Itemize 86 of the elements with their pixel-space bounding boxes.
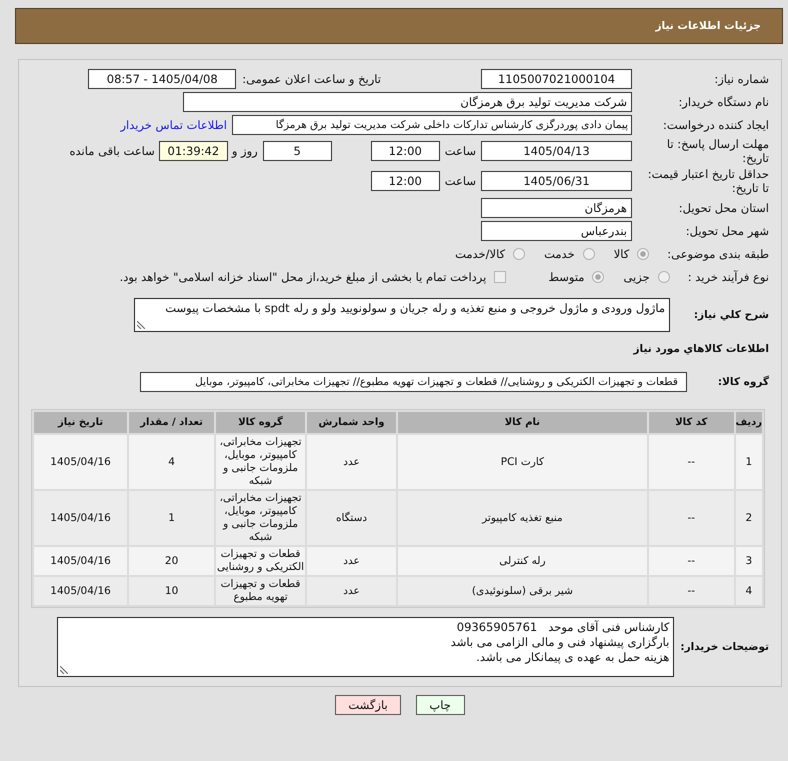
column-header: گروه کالا: [216, 412, 306, 433]
section-heading: اطلاعات کالاهاي مورد نیاز: [633, 343, 769, 355]
table-cell: 10: [129, 577, 214, 605]
field-label: ساعت باقی مانده: [70, 144, 155, 158]
table-cell: --: [648, 435, 734, 489]
text-field[interactable]: قطعات و تجهیزات الکتریکی و روشنایی// قطعات و تجهیزات تهویه مطبوع// تجهیزات مخابراتی، کامپیوتر، موبایل: [140, 372, 687, 392]
field-label: ایجاد کننده درخواست:: [662, 118, 769, 132]
table-cell: عدد: [307, 577, 396, 605]
date-field[interactable]: 1405/06/31: [481, 171, 632, 191]
field-label: شماره نیاز:: [713, 72, 769, 86]
field-label: ساعت: [444, 144, 476, 158]
table-cell: --: [648, 491, 734, 545]
radio-button[interactable]: [637, 248, 650, 260]
field-label: شرح کلي نیاز:: [692, 309, 769, 321]
table-cell: 1: [736, 435, 762, 489]
field-label: تاریخ و ساعت اعلان عمومی:: [242, 72, 381, 86]
field-label: طبقه بندی موضوعی:: [667, 246, 769, 260]
text-field[interactable]: هرمزگان: [481, 198, 632, 218]
table-cell: تجهیزات مخابراتی، کامپیوتر، موبایل، ملزومات جانبی و شبکه: [216, 435, 306, 489]
table-cell: 4: [736, 577, 762, 605]
column-header: تاریخ نیاز: [34, 412, 128, 433]
text-field[interactable]: شرکت مدیریت تولید برق هرمزگان: [183, 92, 632, 112]
column-header: تعداد / مقدار: [129, 412, 214, 433]
date-field[interactable]: 1405/04/13: [481, 141, 632, 161]
column-header: ردیف: [736, 412, 762, 433]
field-label: حداقل تاریخ اعتبار قیمت: تا تاریخ:: [646, 167, 769, 195]
table-cell: 1405/04/16: [34, 547, 128, 575]
radio-button[interactable]: [582, 248, 595, 260]
table-cell: قطعات و تجهیزات تهویه مطبوع: [216, 577, 306, 605]
radio-label: جزیی: [623, 270, 650, 284]
text-field[interactable]: بندرعباس: [481, 220, 632, 240]
field-label: گروه کالا:: [718, 376, 769, 388]
field-label: مهلت ارسال پاسخ: تا تاریخ:: [666, 137, 769, 165]
radio-label: کالا/خدمت: [455, 246, 506, 260]
checkbox-label: پرداخت تمام یا بخشی از مبلغ خرید،از محل "اسناد خزانه اسلامی" خواهد بود.: [120, 270, 486, 284]
time-field[interactable]: 12:00: [370, 171, 440, 191]
table-cell: تجهیزات مخابراتی، کامپیوتر، موبایل، ملزومات جانبی و شبکه: [216, 491, 306, 545]
radio-button[interactable]: [592, 270, 604, 282]
description-field[interactable]: ماژول ورودی و ماژول خروجی و منبع تغذیه و رله جریان و سولونویید ولو و رله spdt با مشخصات پیوست: [134, 298, 670, 332]
field-label: روز و: [232, 144, 258, 158]
field-label: استان محل تحویل:: [678, 200, 769, 214]
table-cell: 2: [736, 491, 762, 545]
column-header: واحد شمارش: [307, 412, 396, 433]
radio-label: خدمت: [544, 246, 575, 260]
notes-field[interactable]: کارشناس فنی آقای موحد 09365905761 بارگزاری پیشنهاد فنی و مالی الزامی می باشد هزینه حمل به عهده ی پیمانکار می باشد.: [57, 617, 674, 677]
radio-label: کالا: [614, 246, 630, 260]
field-label: توضیحات خریدار:: [680, 641, 769, 653]
text-field[interactable]: 1405/04/08 - 08:57: [88, 68, 236, 88]
field-label: ساعت: [444, 174, 476, 188]
table-cell: 4: [129, 435, 214, 489]
table-cell: 1405/04/16: [34, 491, 128, 545]
table-cell: 1: [129, 491, 214, 545]
radio-button[interactable]: [513, 248, 526, 260]
column-header: نام کالا: [398, 412, 647, 433]
radio-label: متوسط: [548, 270, 584, 284]
days-field[interactable]: 5: [262, 141, 332, 161]
print-button[interactable]: چاپ: [416, 695, 465, 715]
table-cell: عدد: [307, 435, 396, 489]
table-cell: --: [648, 577, 734, 605]
page-title: جزئیات اطلاعات نیاز: [656, 20, 761, 32]
text-field[interactable]: 1105007021000104: [481, 68, 632, 88]
table-cell: شیر برقی (سلونوئیدی): [398, 577, 647, 605]
field-label: نام دستگاه خریدار:: [677, 94, 769, 108]
table-cell: قطعات و تجهیزات الکتریکی و روشنایی: [216, 547, 306, 575]
table-cell: رله کنترلی: [398, 547, 647, 575]
countdown-field[interactable]: 01:39:42: [158, 141, 228, 161]
table-cell: 1405/04/16: [34, 577, 128, 605]
contact-link[interactable]: اطلاعات تماس خریدار: [120, 118, 227, 132]
time-field[interactable]: 12:00: [370, 141, 440, 161]
column-header: کد کالا: [648, 412, 734, 433]
back-button[interactable]: بازگشت: [335, 695, 401, 715]
resize-grip-icon[interactable]: [60, 666, 68, 674]
table-cell: 20: [129, 547, 214, 575]
radio-button[interactable]: [658, 270, 670, 282]
table-cell: دستگاه: [307, 491, 396, 545]
text-field[interactable]: پیمان دادی پوردرگزی کارشناس تدارکات داخلی شرکت مدیریت تولید برق هرمزگا: [232, 114, 632, 134]
table-cell: 3: [736, 547, 762, 575]
table-cell: 1405/04/16: [34, 435, 128, 489]
field-label: شهر محل تحویل:: [684, 224, 769, 238]
checkbox[interactable]: [494, 270, 506, 282]
field-label: نوع فرآیند خرید :: [688, 270, 769, 284]
table-cell: --: [648, 547, 734, 575]
table-cell: عدد: [307, 547, 396, 575]
resize-grip-icon[interactable]: [137, 321, 145, 329]
table-cell: کارت PCI: [398, 435, 647, 489]
table-cell: منبع تغذیه کامپیوتر: [398, 491, 647, 545]
